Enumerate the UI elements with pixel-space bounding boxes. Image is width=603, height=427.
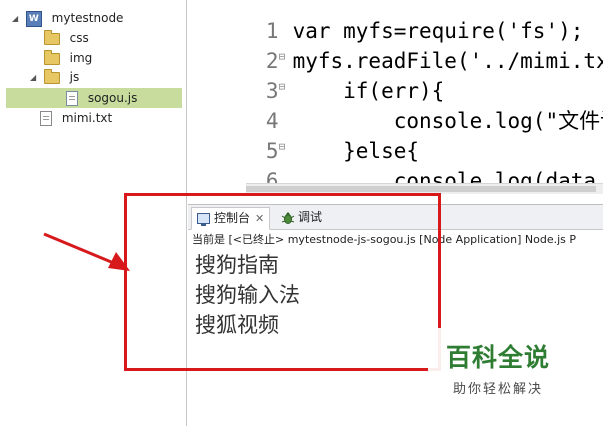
watermark-logo: 百科全说 助你轻松解决 [428, 328, 568, 400]
watermark-title: 百科全说 [445, 343, 550, 372]
watermark-subtitle: 助你轻松解决 [452, 382, 543, 397]
